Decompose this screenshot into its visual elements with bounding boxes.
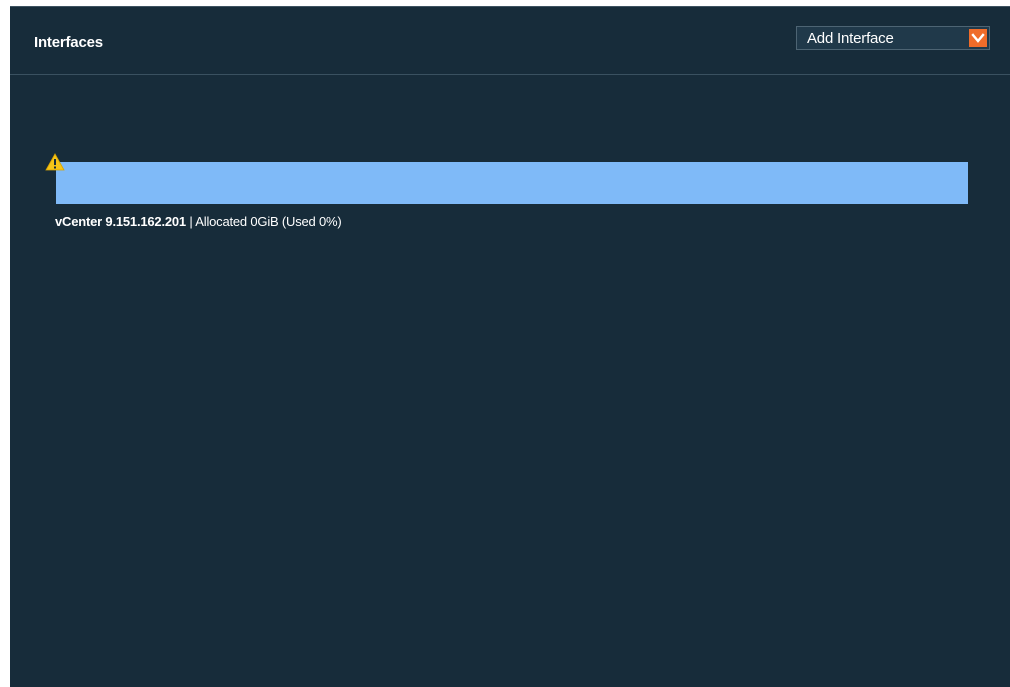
add-interface-label: Add Interface — [807, 30, 894, 47]
warning-icon[interactable] — [45, 153, 65, 171]
add-interface-dropdown[interactable]: Add Interface — [796, 26, 990, 50]
caption-separator: | — [189, 214, 193, 229]
interface-capacity-bar[interactable] — [56, 162, 968, 204]
panel-header: Interfaces Add Interface — [10, 7, 1010, 75]
page-title: Interfaces — [34, 34, 103, 51]
interfaces-panel: Interfaces Add Interface vCenter 9.151.1… — [10, 6, 1010, 687]
interface-allocation: Allocated 0GiB (Used 0%) — [195, 214, 342, 229]
chevron-down-icon[interactable] — [969, 29, 987, 47]
interface-name[interactable]: vCenter 9.151.162.201 — [55, 214, 186, 229]
interface-caption: vCenter 9.151.162.201 | Allocated 0GiB (… — [55, 214, 342, 229]
